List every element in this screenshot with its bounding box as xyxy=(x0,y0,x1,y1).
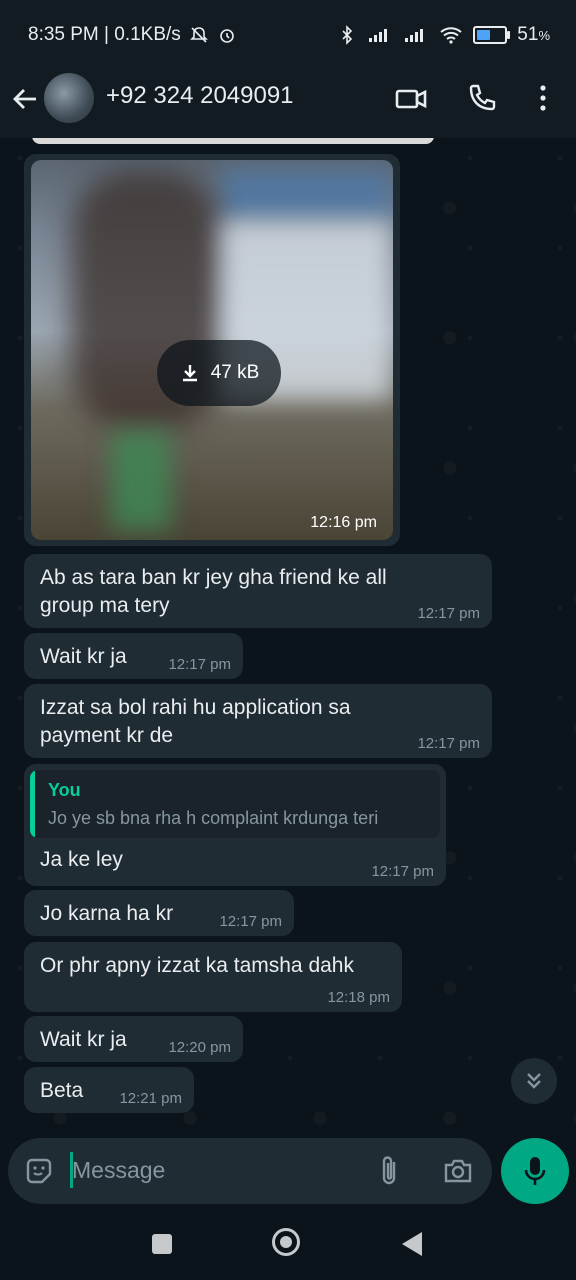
message-time: 12:18 pm xyxy=(327,989,390,1006)
image-size: 47 kB xyxy=(210,362,260,383)
battery-text: 51% xyxy=(517,24,550,45)
wifi-icon xyxy=(440,27,462,44)
battery-fill xyxy=(477,30,491,40)
chat-area[interactable]: 47 kB 12:16 pm Ab as tara ban kr jey gha… xyxy=(0,138,576,1138)
message-input[interactable]: Message xyxy=(72,1157,165,1184)
message-text: Izzat sa bol rahi hu application sa paym… xyxy=(40,696,351,747)
status-bar: 8:35 PM | 0.1KB/s 51% xyxy=(0,0,576,70)
battery-icon xyxy=(473,26,511,44)
message-text: Ab as tara ban kr jey gha friend ke all … xyxy=(40,566,387,617)
back-arrow-icon[interactable] xyxy=(10,84,40,114)
mic-icon xyxy=(524,1157,546,1185)
contact-name[interactable]: +92 324 2049091 xyxy=(106,82,294,110)
message-time: 12:17 pm xyxy=(219,913,282,930)
chat-header: +92 324 2049091 xyxy=(0,70,576,138)
message-text: Ja ke ley xyxy=(40,848,123,871)
message-time: 12:21 pm xyxy=(119,1090,182,1107)
message-text: Wait kr ja xyxy=(40,1028,127,1051)
image-message[interactable]: 47 kB 12:16 pm xyxy=(24,154,400,546)
message-bubble[interactable]: Wait kr ja 12:17 pm xyxy=(24,633,243,679)
message-text: Beta xyxy=(40,1079,84,1102)
voice-message-button[interactable] xyxy=(501,1138,569,1204)
camera-icon[interactable] xyxy=(442,1156,474,1186)
input-bar: Message xyxy=(0,1138,576,1210)
message-bubble[interactable]: Wait kr ja 12:20 pm xyxy=(24,1016,243,1062)
system-back-button[interactable] xyxy=(402,1232,422,1256)
mute-icon xyxy=(189,27,208,43)
signal-icon-1 xyxy=(369,29,388,42)
signal-icon-2 xyxy=(405,29,424,42)
message-bubble[interactable]: Izzat sa bol rahi hu application sa paym… xyxy=(24,684,492,758)
quoted-message[interactable]: You Jo ye sb bna rha h complaint krdunga… xyxy=(30,770,440,838)
alarm-icon xyxy=(219,29,234,43)
quoted-sender: You xyxy=(48,780,81,800)
quote-accent-bar xyxy=(30,770,35,838)
video-call-icon[interactable] xyxy=(394,82,428,116)
message-bubble[interactable]: Or phr apny izzat ka tamsha dahk 12:18 p… xyxy=(24,942,402,1012)
message-time: 12:17 pm xyxy=(371,863,434,880)
scroll-to-bottom-button[interactable] xyxy=(511,1058,557,1104)
message-bubble[interactable]: Ab as tara ban kr jey gha friend ke all … xyxy=(24,554,492,628)
image-time: 12:16 pm xyxy=(310,514,377,531)
bluetooth-icon xyxy=(342,25,353,45)
message-text: Wait kr ja xyxy=(40,645,127,668)
message-time: 12:17 pm xyxy=(417,605,480,622)
recent-apps-button[interactable] xyxy=(152,1234,172,1254)
quoted-text: Jo ye sb bna rha h complaint krdunga ter… xyxy=(48,808,379,828)
avatar[interactable] xyxy=(44,73,94,123)
status-time-speed: 8:35 PM | 0.1KB/s xyxy=(28,24,181,45)
message-input-container[interactable]: Message xyxy=(8,1138,492,1204)
home-button[interactable] xyxy=(272,1228,300,1256)
sticker-emoji-icon[interactable] xyxy=(24,1156,54,1186)
message-bubble[interactable]: Jo karna ha kr 12:17 pm xyxy=(24,890,294,936)
voice-call-icon[interactable] xyxy=(466,82,498,114)
message-text: Or phr apny izzat ka tamsha dahk xyxy=(40,954,354,977)
more-options-icon[interactable] xyxy=(532,82,554,114)
reply-message-bubble[interactable]: You Jo ye sb bna rha h complaint krdunga… xyxy=(24,764,446,886)
double-chevron-down-icon xyxy=(527,1073,541,1089)
download-icon xyxy=(182,365,197,382)
status-right: 51% xyxy=(337,24,550,46)
status-left: 8:35 PM | 0.1KB/s xyxy=(28,24,237,46)
image-preview-blurred[interactable]: 47 kB 12:16 pm xyxy=(31,160,393,540)
download-button[interactable]: 47 kB xyxy=(157,340,281,406)
previous-message-edge xyxy=(32,138,434,144)
system-nav-bar xyxy=(0,1210,576,1280)
message-time: 12:17 pm xyxy=(417,735,480,752)
attach-icon[interactable] xyxy=(376,1154,404,1188)
message-time: 12:20 pm xyxy=(168,1039,231,1056)
message-time: 12:17 pm xyxy=(168,656,231,673)
message-bubble[interactable]: Beta 12:21 pm xyxy=(24,1067,194,1113)
message-text: Jo karna ha kr xyxy=(40,902,174,925)
